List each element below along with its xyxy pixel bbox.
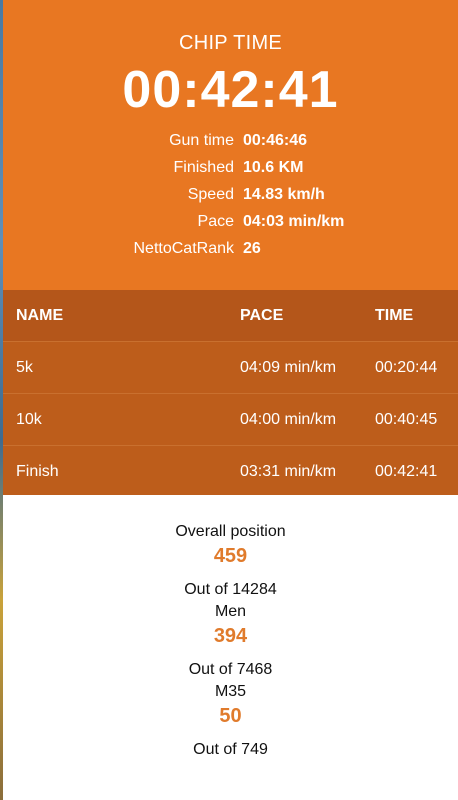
stat-gun-time: Gun time 00:46:46 (3, 132, 458, 159)
column-header-time: TIME (375, 307, 414, 324)
split-time: 00:40:45 (375, 411, 438, 428)
stat-value: 10.6 KM (243, 159, 304, 176)
split-time: 00:20:44 (375, 359, 438, 376)
stat-label: Gun time (169, 132, 234, 149)
column-header-name: NAME (16, 307, 64, 324)
table-row: Finish 03:31 min/km 00:42:41 (3, 446, 458, 497)
split-name: 10k (16, 411, 42, 428)
position-label: Men (214, 603, 247, 620)
split-pace: 04:00 min/km (240, 411, 337, 428)
position-overall: Overall position 459 Out of 14284 (3, 521, 458, 601)
split-time: 00:42:41 (375, 463, 438, 480)
table-row: 5k 04:09 min/km 00:20:44 (3, 342, 458, 394)
stat-value: 04:03 min/km (243, 213, 345, 230)
position-value: 50 (219, 705, 242, 727)
column-header-pace: PACE (240, 307, 284, 324)
stat-label: NettoCatRank (133, 240, 235, 257)
position-label: Overall position (175, 523, 286, 540)
stat-label: Pace (197, 213, 234, 230)
stat-pace: Pace 04:03 min/km (3, 213, 458, 240)
position-value: 394 (213, 625, 248, 647)
table-header-row: NAME PACE TIME (3, 290, 458, 342)
position-total: Out of 749 (193, 741, 268, 758)
chip-time-value: 00:42:41 (122, 61, 339, 119)
position-total: Out of 7468 (188, 661, 273, 678)
split-pace: 04:09 min/km (240, 359, 337, 376)
position-m35: M35 50 Out of 749 (3, 681, 458, 761)
position-total: Out of 14284 (184, 581, 277, 598)
position-men: Men 394 Out of 7468 (3, 601, 458, 681)
stat-value: 00:46:46 (243, 132, 308, 149)
table-row: 10k 04:00 min/km 00:40:45 (3, 394, 458, 446)
position-value: 459 (213, 545, 248, 567)
stat-finished: Finished 10.6 KM (3, 159, 458, 186)
split-name: Finish (16, 463, 59, 480)
stat-label: Speed (187, 186, 234, 203)
split-pace: 03:31 min/km (240, 463, 337, 480)
stat-label: Finished (173, 159, 234, 176)
stat-value: 14.83 km/h (243, 186, 325, 203)
stat-value: 26 (243, 240, 261, 257)
splits-table: NAME PACE TIME 5k 04:09 min/km 00:20:44 … (3, 290, 458, 495)
split-name: 5k (16, 359, 33, 376)
stat-speed: Speed 14.83 km/h (3, 186, 458, 213)
positions-section: Overall position 459 Out of 14284 Men 39… (3, 495, 458, 800)
chip-time-label: CHIP TIME (178, 32, 283, 54)
position-label: M35 (214, 683, 247, 700)
stat-netto-cat-rank: NettoCatRank 26 (3, 240, 458, 267)
stats-list: Gun time 00:46:46 Finished 10.6 KM Speed… (3, 132, 458, 267)
result-header: CHIP TIME 00:42:41 Gun time 00:46:46 Fin… (3, 0, 458, 290)
